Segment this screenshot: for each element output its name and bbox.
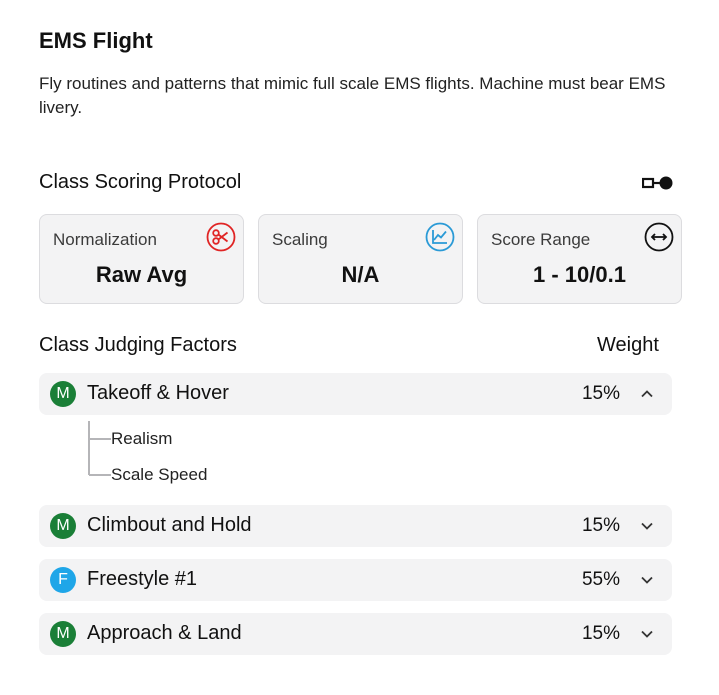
factor-weight: 55% — [581, 569, 620, 590]
factor-type-badge: M — [50, 513, 76, 539]
factor-row-freestyle-1[interactable]: F Freestyle #1 55% — [39, 559, 672, 601]
class-description: Fly routines and patterns that mimic ful… — [39, 74, 666, 117]
factor-label: Approach & Land — [87, 622, 242, 644]
page-title: EMS Flight — [39, 28, 153, 53]
subfactor-scale-speed: Scale Speed — [111, 465, 208, 484]
scaling-card: Scaling N/A — [258, 214, 463, 304]
normalization-card: Normalization Raw Avg — [39, 214, 244, 304]
weight-column-header: Weight — [597, 334, 659, 356]
chevron-down-icon[interactable] — [640, 573, 654, 587]
score-range-value: 1 - 10/0.1 — [533, 262, 626, 287]
chevron-down-icon[interactable] — [640, 519, 654, 533]
judging-factors-title: Class Judging Factors — [39, 334, 237, 356]
factor-type-badge: F — [50, 567, 76, 593]
factor-weight: 15% — [581, 623, 620, 644]
factor-weight: 15% — [581, 383, 620, 404]
normalization-value: Raw Avg — [95, 262, 188, 287]
factor-label: Climbout and Hold — [87, 514, 252, 536]
factor-label: Freestyle #1 — [87, 568, 198, 590]
key-toggle-icon[interactable] — [642, 175, 674, 191]
factor-row-climbout-hold[interactable]: M Climbout and Hold 15% — [39, 505, 672, 547]
factor-weight: 15% — [581, 515, 620, 536]
line-chart-icon — [425, 222, 455, 252]
score-range-label: Score Range — [491, 230, 591, 249]
scoring-section-title: Class Scoring Protocol — [39, 171, 242, 193]
factor-row-takeoff-hover[interactable]: M Takeoff & Hover 15% — [39, 373, 672, 415]
subfactor-realism: Realism — [111, 429, 173, 448]
normalization-label: Normalization — [53, 230, 157, 249]
chevron-up-icon[interactable] — [640, 387, 654, 401]
factor-row-approach-land[interactable]: M Approach & Land 15% — [39, 613, 672, 655]
chevron-down-icon[interactable] — [640, 627, 654, 641]
factor-type-badge: M — [50, 381, 76, 407]
factor-label: Takeoff & Hover — [87, 382, 229, 404]
factor-type-badge: M — [50, 621, 76, 647]
horizontal-arrows-icon — [644, 222, 674, 252]
scaling-label: Scaling — [272, 230, 328, 249]
scaling-value: N/A — [341, 262, 380, 287]
score-range-card: Score Range 1 - 10/0.1 — [477, 214, 682, 304]
scissors-icon — [206, 222, 236, 252]
